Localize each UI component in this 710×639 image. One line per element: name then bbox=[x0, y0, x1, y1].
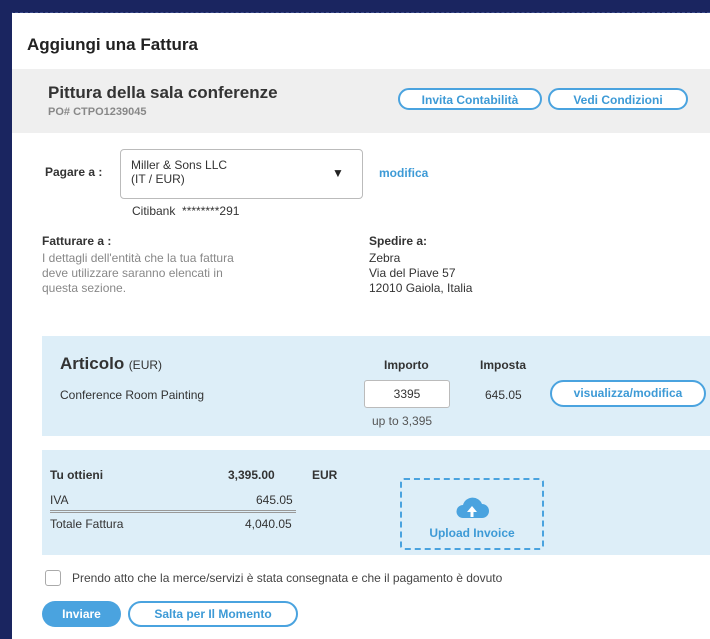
divider bbox=[50, 512, 296, 513]
bill-to-text-line: I dettagli dell'entità che la tua fattur… bbox=[42, 251, 234, 265]
acknowledge-checkbox[interactable] bbox=[45, 570, 61, 586]
amount-column-header: Importo bbox=[384, 358, 429, 372]
pay-to-label: Pagare a : bbox=[45, 165, 103, 179]
edit-payee-link[interactable]: modifica bbox=[379, 166, 428, 180]
items-header-label: Articolo bbox=[60, 354, 125, 373]
bill-to-text-line: deve utilizzare saranno elencati in bbox=[42, 266, 223, 280]
project-title: Pittura della sala conferenze bbox=[48, 83, 278, 102]
you-get-label: Tu ottieni bbox=[50, 468, 104, 482]
bill-to-label: Fatturare a : bbox=[42, 234, 112, 248]
window-frame-top bbox=[0, 0, 710, 13]
bank-name: Citibank bbox=[132, 204, 176, 218]
payee-region: (IT / EUR) bbox=[131, 172, 185, 186]
ship-to-line: Zebra bbox=[369, 251, 401, 265]
account-number: ********291 bbox=[182, 204, 240, 218]
add-invoice-modal: Aggiungi una Fattura Pittura della sala … bbox=[12, 13, 710, 639]
payee-select[interactable]: Miller & Sons LLC (IT / EUR) ▼ bbox=[120, 149, 363, 199]
ship-to-label: Spedire a: bbox=[369, 234, 428, 248]
po-number: PO# CTPO1239045 bbox=[48, 106, 147, 118]
view-edit-button[interactable]: visualizza/modifica bbox=[550, 380, 706, 407]
ship-to-address: Zebra Via del Piave 57 12010 Gaiola, Ita… bbox=[369, 251, 472, 296]
line-item-tax: 645.05 bbox=[485, 388, 522, 402]
chevron-down-icon: ▼ bbox=[332, 166, 344, 180]
you-get-value: 3,395.00 bbox=[228, 468, 275, 482]
upload-invoice-dropzone[interactable]: Upload Invoice bbox=[400, 478, 544, 550]
total-label: Totale Fattura bbox=[50, 517, 124, 531]
ship-to-line: 12010 Gaiola, Italia bbox=[369, 281, 473, 295]
view-terms-button[interactable]: Vedi Condizioni bbox=[548, 88, 688, 110]
payee-name: Miller & Sons LLC bbox=[131, 158, 228, 172]
divider bbox=[50, 510, 296, 511]
items-header: Articolo (EUR) bbox=[60, 354, 162, 374]
skip-for-now-button[interactable]: Salta per Il Momento bbox=[128, 601, 298, 627]
modal-title: Aggiungi una Fattura bbox=[27, 35, 198, 54]
payee-selected-value: Miller & Sons LLC (IT / EUR) bbox=[131, 158, 227, 186]
vat-label: IVA bbox=[50, 493, 69, 507]
line-items-section: Articolo (EUR) Importo Imposta Conferenc… bbox=[42, 336, 710, 436]
project-header: Pittura della sala conferenze PO# CTPO12… bbox=[12, 69, 710, 133]
bank-account: Citibank ********291 bbox=[132, 204, 239, 218]
upload-invoice-label: Upload Invoice bbox=[429, 526, 515, 540]
tax-column-header: Imposta bbox=[480, 358, 527, 372]
line-item-amount-input[interactable]: 3395 bbox=[364, 380, 450, 408]
bill-to-text-line: questa sezione. bbox=[42, 281, 127, 295]
submit-button[interactable]: Inviare bbox=[42, 601, 121, 627]
you-get-currency: EUR bbox=[312, 468, 338, 482]
vat-value: 645.05 bbox=[256, 493, 293, 507]
acknowledge-text: Prendo atto che la merce/servizi è stata… bbox=[72, 571, 503, 585]
window-frame-left bbox=[0, 12, 12, 639]
line-item-description: Conference Room Painting bbox=[60, 388, 205, 402]
bill-to-text: I dettagli dell'entità che la tua fattur… bbox=[42, 251, 234, 296]
amount-hint: up to 3,395 bbox=[372, 414, 433, 428]
total-value: 4,040.05 bbox=[245, 517, 292, 531]
invoice-summary: Tu ottieni 3,395.00 EUR IVA 645.05 Total… bbox=[42, 450, 710, 555]
cloud-upload-icon bbox=[456, 497, 489, 518]
invite-accounting-button[interactable]: Invita Contabilità bbox=[398, 88, 542, 110]
ship-to-line: Via del Piave 57 bbox=[369, 266, 456, 280]
items-header-currency: (EUR) bbox=[128, 358, 163, 372]
